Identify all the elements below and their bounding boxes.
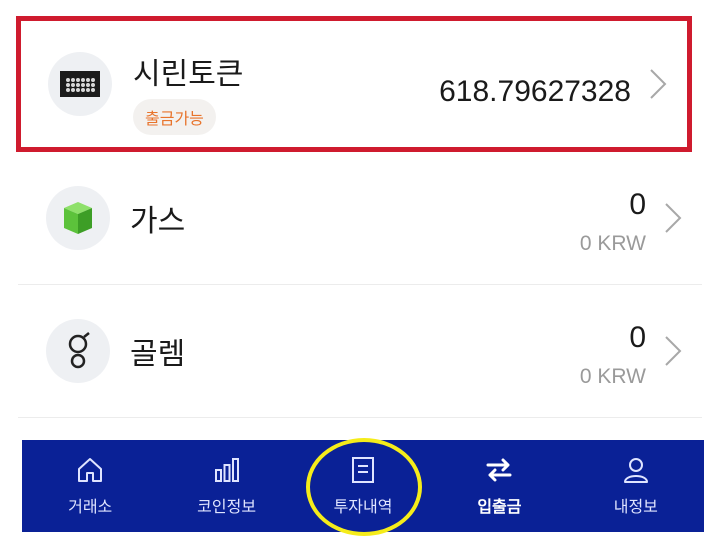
coin-name: 골렘 <box>130 337 186 372</box>
transfer-arrows-icon <box>486 458 512 482</box>
tab-investment-history[interactable]: 투자내역 <box>295 440 431 532</box>
document-icon <box>352 457 375 483</box>
tab-label: 코인정보 <box>197 497 257 516</box>
coin-name: 가스 <box>130 204 186 239</box>
user-icon <box>623 458 648 483</box>
tab-label: 투자내역 <box>333 497 393 516</box>
tab-label: 거래소 <box>68 497 113 516</box>
tab-deposit-withdraw[interactable]: 입출금 <box>431 440 567 532</box>
tab-label: 입출금 <box>477 497 522 516</box>
bar-chart-icon <box>214 458 239 482</box>
coin-name: 시린토큰 <box>133 57 244 92</box>
tab-coin-info[interactable]: 코인정보 <box>158 440 294 532</box>
withdraw-available-badge: 출금가능 <box>133 99 216 135</box>
tab-exchange[interactable]: 거래소 <box>22 440 158 532</box>
coin-row-golem[interactable]: 골렘 0 0 KRW <box>18 285 702 418</box>
coin-amount: 0 <box>629 188 646 221</box>
coin-krw-value: 0 KRW <box>579 365 646 388</box>
coin-krw-value: 0 KRW <box>579 232 646 255</box>
coin-row-gas[interactable]: 가스 0 0 KRW <box>18 152 702 285</box>
chevron-right-icon <box>665 203 682 233</box>
bottom-tab-bar: 거래소 코인정보 투자내역 입출금 내정보 <box>22 440 704 532</box>
home-icon <box>78 458 103 482</box>
tab-my-info[interactable]: 내정보 <box>568 440 704 532</box>
coin-row-sirin[interactable]: 시린토큰 출금가능 618.79627328 <box>16 16 692 152</box>
tab-label: 내정보 <box>613 497 658 516</box>
chevron-right-icon <box>650 69 667 99</box>
golem-icon <box>46 319 110 383</box>
coin-amount: 618.79627328 <box>439 75 631 108</box>
gas-icon <box>46 186 110 250</box>
coin-amount: 0 <box>629 321 646 354</box>
chevron-right-icon <box>665 336 682 366</box>
sirin-token-icon <box>48 52 112 116</box>
